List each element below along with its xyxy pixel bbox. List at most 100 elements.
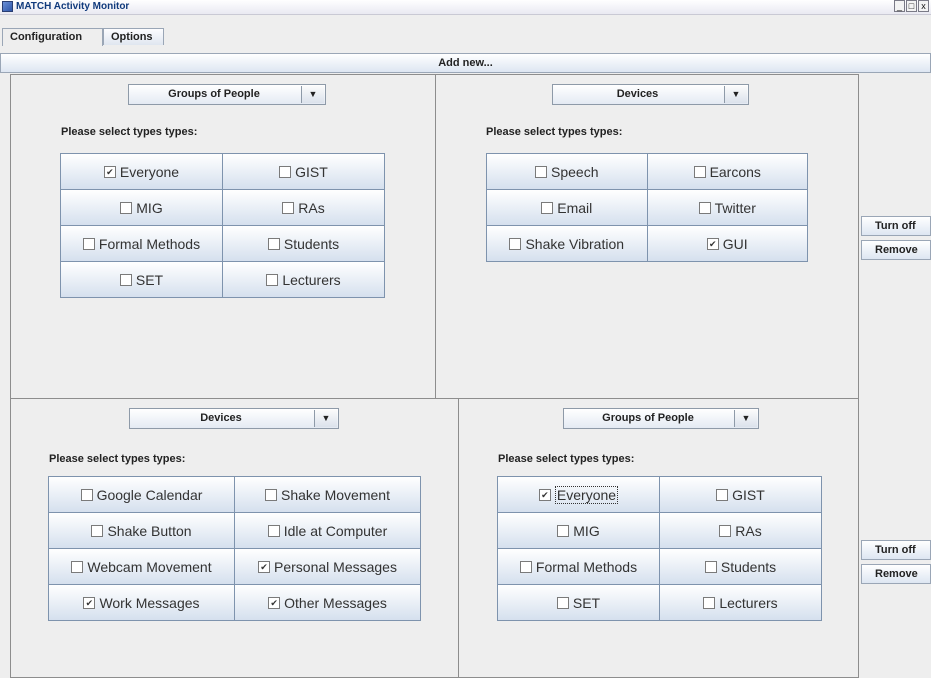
checkbox-unchecked-icon[interactable]	[120, 201, 133, 214]
maximize-button[interactable]: □	[906, 0, 917, 12]
chevron-down-icon[interactable]: ▼	[301, 86, 324, 103]
checkbox-unchecked-icon[interactable]	[119, 273, 132, 286]
checkbox-label: Formal Methods	[535, 558, 638, 575]
checkbox-button[interactable]: SET	[60, 261, 223, 298]
checkbox-unchecked-icon[interactable]	[71, 560, 84, 573]
checkbox-unchecked-icon[interactable]	[509, 237, 522, 250]
checkbox-button[interactable]: ✔ Other Messages	[234, 584, 421, 621]
checkbox-unchecked-icon[interactable]	[556, 596, 569, 609]
checkbox-unchecked-icon[interactable]	[267, 524, 280, 537]
checkbox-button[interactable]: ✔ Work Messages	[48, 584, 235, 621]
checkbox-checked-icon[interactable]: ✔	[83, 596, 96, 609]
close-button[interactable]: x	[918, 0, 929, 12]
category-dropdown[interactable]: Devices ▼	[552, 84, 749, 105]
checkbox-unchecked-icon[interactable]	[91, 524, 104, 537]
checkbox-button[interactable]: Shake Vibration	[486, 225, 648, 262]
type-grid: Google Calendar Shake Movement Shake Butto…	[48, 476, 421, 621]
checkbox-label: Everyone	[554, 485, 619, 504]
minimize-button[interactable]: _	[894, 0, 905, 12]
checkbox-button[interactable]: Google Calendar	[48, 476, 235, 513]
category-dropdown[interactable]: Devices ▼	[129, 408, 339, 429]
checkbox-unchecked-icon[interactable]	[719, 524, 732, 537]
checkbox-button[interactable]: Shake Button	[48, 512, 235, 549]
checkbox-unchecked-icon[interactable]	[266, 273, 279, 286]
remove-button[interactable]: Remove	[861, 564, 931, 584]
config-panel-4: Groups of People ▼ Please select types t…	[458, 398, 859, 678]
checkbox-label: Shake Vibration	[525, 235, 625, 252]
checkbox-unchecked-icon[interactable]	[279, 165, 292, 178]
checkbox-unchecked-icon[interactable]	[704, 560, 717, 573]
category-dropdown[interactable]: Groups of People ▼	[128, 84, 326, 105]
checkbox-label: SET	[135, 271, 164, 288]
dropdown-value: Groups of People	[168, 88, 260, 100]
checkbox-button[interactable]: Lecturers	[659, 584, 822, 621]
checkbox-unchecked-icon[interactable]	[282, 201, 295, 214]
checkbox-button[interactable]: GIST	[659, 476, 822, 513]
chevron-down-icon[interactable]: ▼	[314, 410, 337, 427]
checkbox-button[interactable]: Earcons	[646, 153, 808, 190]
checkbox-button[interactable]: Students	[222, 225, 385, 262]
checkbox-checked-icon[interactable]: ✔	[538, 488, 551, 501]
category-dropdown[interactable]: Groups of People ▼	[563, 408, 759, 429]
chevron-down-icon[interactable]: ▼	[724, 86, 747, 103]
turn-off-button[interactable]: Turn off	[861, 540, 931, 560]
checkbox-label: Students	[720, 558, 777, 575]
checkbox-checked-icon[interactable]: ✔	[103, 165, 116, 178]
checkbox-unchecked-icon[interactable]	[265, 488, 278, 501]
checkbox-button[interactable]: RAs	[659, 512, 822, 549]
checkbox-checked-icon[interactable]: ✔	[258, 560, 271, 573]
checkbox-unchecked-icon[interactable]	[693, 165, 706, 178]
checkbox-button[interactable]: Webcam Movement	[48, 548, 235, 585]
checkbox-unchecked-icon[interactable]	[541, 201, 554, 214]
checkbox-unchecked-icon[interactable]	[267, 237, 280, 250]
checkbox-button[interactable]: ✔ Everyone	[60, 153, 223, 190]
checkbox-button[interactable]: RAs	[222, 189, 385, 226]
checkbox-label: Twitter	[714, 199, 756, 216]
config-panel-1: Groups of People ▼ Please select types t…	[10, 74, 436, 399]
checkbox-label: Everyone	[119, 163, 180, 180]
turn-off-button[interactable]: Turn off	[861, 216, 931, 236]
checkbox-button[interactable]: Students	[659, 548, 822, 585]
checkbox-unchecked-icon[interactable]	[82, 237, 95, 250]
add-new-button[interactable]: Add new...	[0, 53, 931, 73]
select-prompt: Please select types types:	[498, 453, 635, 465]
dropdown-value: Devices	[616, 88, 659, 100]
checkbox-button[interactable]: Shake Movement	[234, 476, 421, 513]
checkbox-label: Lecturers	[282, 271, 341, 288]
checkbox-button[interactable]: Speech	[486, 153, 648, 190]
checkbox-label: Other Messages	[284, 594, 387, 611]
checkbox-unchecked-icon[interactable]	[519, 560, 532, 573]
checkbox-unchecked-icon[interactable]	[80, 488, 93, 501]
select-prompt: Please select types types:	[61, 126, 198, 138]
checkbox-checked-icon[interactable]: ✔	[268, 596, 281, 609]
window-title: MATCH Activity Monitor	[16, 1, 130, 12]
checkbox-button[interactable]: MIG	[497, 512, 660, 549]
checkbox-button[interactable]: Formal Methods	[60, 225, 223, 262]
checkbox-button[interactable]: GIST	[222, 153, 385, 190]
tab-configuration[interactable]: Configuration	[2, 28, 103, 46]
checkbox-unchecked-icon[interactable]	[716, 488, 729, 501]
checkbox-button[interactable]: Lecturers	[222, 261, 385, 298]
checkbox-label: Shake Movement	[281, 486, 390, 503]
tab-options[interactable]: Options	[103, 28, 164, 45]
checkbox-button[interactable]: MIG	[60, 189, 223, 226]
checkbox-checked-icon[interactable]: ✔	[706, 237, 719, 250]
checkbox-label: Earcons	[709, 163, 761, 180]
checkbox-button[interactable]: ✔ Everyone	[497, 476, 660, 513]
checkbox-button[interactable]: ✔ Personal Messages	[234, 548, 421, 585]
chevron-down-icon[interactable]: ▼	[734, 410, 757, 427]
checkbox-button[interactable]: Idle at Computer	[234, 512, 421, 549]
checkbox-button[interactable]: Formal Methods	[497, 548, 660, 585]
checkbox-unchecked-icon[interactable]	[535, 165, 547, 178]
checkbox-button[interactable]: Email	[486, 189, 648, 226]
checkbox-button[interactable]: SET	[497, 584, 660, 621]
type-grid: Speech Earcons Email Twitter Shake Vibration…	[486, 153, 808, 262]
dropdown-value: Groups of People	[602, 412, 694, 424]
checkbox-button[interactable]: ✔ GUI	[646, 225, 808, 262]
title-bar: MATCH Activity Monitor _ □ x	[0, 0, 931, 15]
checkbox-button[interactable]: Twitter	[646, 189, 808, 226]
remove-button[interactable]: Remove	[861, 240, 931, 260]
checkbox-unchecked-icon[interactable]	[557, 524, 570, 537]
checkbox-unchecked-icon[interactable]	[698, 201, 711, 214]
checkbox-unchecked-icon[interactable]	[703, 596, 716, 609]
